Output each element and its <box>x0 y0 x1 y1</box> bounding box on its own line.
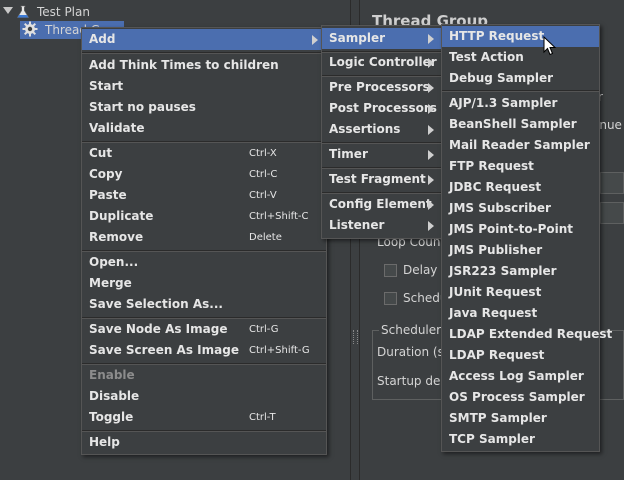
tree-node-label: Test Plan <box>37 5 90 19</box>
menu-item-add-think-times[interactable]: Add Think Times to children <box>82 55 326 76</box>
submenu-item-config-element[interactable]: Config Element <box>322 194 442 215</box>
sampler-access-log-sampler[interactable]: Access Log Sampler <box>442 366 599 387</box>
sampler-submenu: HTTP Request Test Action Debug Sampler A… <box>441 24 612 452</box>
sampler-ldap-request[interactable]: LDAP Request <box>442 345 599 366</box>
context-menu: Add Add Think Times to children Start St… <box>81 27 327 455</box>
submenu-arrow-icon <box>312 35 318 45</box>
test-plan-flask-icon <box>16 5 30 18</box>
menu-item-cut[interactable]: Cut Ctrl-X <box>82 143 326 164</box>
menu-item-copy[interactable]: Copy Ctrl-C <box>82 164 326 185</box>
submenu-arrow-icon <box>428 104 434 114</box>
menu-item-save-node-as-image[interactable]: Save Node As Image Ctrl-G <box>82 319 326 340</box>
menu-item-open[interactable]: Open... <box>82 252 326 273</box>
submenu-arrow-icon <box>428 83 434 93</box>
submenu-item-listener[interactable]: Listener <box>322 215 442 236</box>
sampler-http-request[interactable]: HTTP Request <box>442 26 599 47</box>
submenu-arrow-icon <box>428 34 434 44</box>
submenu-arrow-icon <box>428 150 434 160</box>
sampler-smtp-sampler[interactable]: SMTP Sampler <box>442 408 599 429</box>
submenu-item-timer[interactable]: Timer <box>322 144 442 165</box>
submenu-item-test-fragment[interactable]: Test Fragment <box>322 169 442 190</box>
menu-item-start-no-pauses[interactable]: Start no pauses <box>82 97 326 118</box>
sampler-jms-point-to-point[interactable]: JMS Point-to-Point <box>442 219 599 240</box>
menu-separator <box>442 90 599 92</box>
menu-item-duplicate[interactable]: Duplicate Ctrl+Shift-C <box>82 206 326 227</box>
submenu-item-assertions[interactable]: Assertions <box>322 119 442 140</box>
menu-item-add[interactable]: Add <box>82 29 326 50</box>
submenu-item-sampler[interactable]: Sampler <box>322 28 442 49</box>
mouse-pointer-icon <box>543 36 557 56</box>
drag-grip-icon[interactable] <box>353 330 358 344</box>
submenu-arrow-icon <box>428 221 434 231</box>
sampler-jms-publisher[interactable]: JMS Publisher <box>442 240 599 261</box>
sampler-ajp-sampler[interactable]: AJP/1.3 Sampler <box>442 93 599 114</box>
scheduler-group-label: Scheduler <box>379 323 444 337</box>
field-fragment[interactable] <box>600 172 624 194</box>
submenu-arrow-icon <box>428 125 434 135</box>
sampler-beanshell-sampler[interactable]: BeanShell Sampler <box>442 114 599 135</box>
sampler-java-request[interactable]: Java Request <box>442 303 599 324</box>
sampler-mail-reader-sampler[interactable]: Mail Reader Sampler <box>442 135 599 156</box>
menu-separator <box>82 52 326 54</box>
menu-item-start[interactable]: Start <box>82 76 326 97</box>
sampler-ftp-request[interactable]: FTP Request <box>442 156 599 177</box>
field-fragment[interactable] <box>600 202 624 224</box>
menu-item-toggle[interactable]: Toggle Ctrl-T <box>82 407 326 428</box>
sampler-tcp-sampler[interactable]: TCP Sampler <box>442 429 599 450</box>
submenu-item-pre-processors[interactable]: Pre Processors <box>322 77 442 98</box>
submenu-arrow-icon <box>428 175 434 185</box>
expand-arrow-icon[interactable] <box>3 7 13 14</box>
menu-item-enable: Enable <box>89 368 135 382</box>
menu-item-merge[interactable]: Merge <box>82 273 326 294</box>
scheduler-checkbox[interactable] <box>384 292 397 305</box>
sampler-debug-sampler[interactable]: Debug Sampler <box>442 68 599 89</box>
menu-item-paste[interactable]: Paste Ctrl-V <box>82 185 326 206</box>
tree-node-test-plan[interactable]: Test Plan <box>0 3 200 21</box>
submenu-item-logic-controller[interactable]: Logic Controller <box>322 52 442 73</box>
sampler-jms-subscriber[interactable]: JMS Subscriber <box>442 198 599 219</box>
submenu-arrow-icon <box>428 58 434 68</box>
sampler-jsr223-sampler[interactable]: JSR223 Sampler <box>442 261 599 282</box>
startup-delay-label: Startup dela <box>377 374 452 388</box>
menu-item-remove[interactable]: Remove Delete <box>82 227 326 248</box>
add-submenu: Sampler Logic Controller Pre Processors … <box>321 25 443 239</box>
delay-checkbox[interactable] <box>384 264 397 277</box>
thread-group-gear-icon <box>22 21 38 37</box>
menu-item-save-screen-as-image[interactable]: Save Screen As Image Ctrl+Shift-G <box>82 340 326 361</box>
sampler-junit-request[interactable]: JUnit Request <box>442 282 599 303</box>
menu-item-save-selection-as[interactable]: Save Selection As... <box>82 294 326 315</box>
menu-item-validate[interactable]: Validate <box>82 118 326 139</box>
sampler-os-process-sampler[interactable]: OS Process Sampler <box>442 387 599 408</box>
sampler-test-action[interactable]: Test Action <box>442 47 599 68</box>
sampler-ldap-extended-request[interactable]: LDAP Extended Request <box>442 324 612 345</box>
menu-item-disable[interactable]: Disable <box>82 386 326 407</box>
menu-item-help[interactable]: Help <box>82 432 326 453</box>
submenu-arrow-icon <box>428 200 434 210</box>
submenu-item-post-processors[interactable]: Post Processors <box>322 98 442 119</box>
sampler-jdbc-request[interactable]: JDBC Request <box>442 177 599 198</box>
